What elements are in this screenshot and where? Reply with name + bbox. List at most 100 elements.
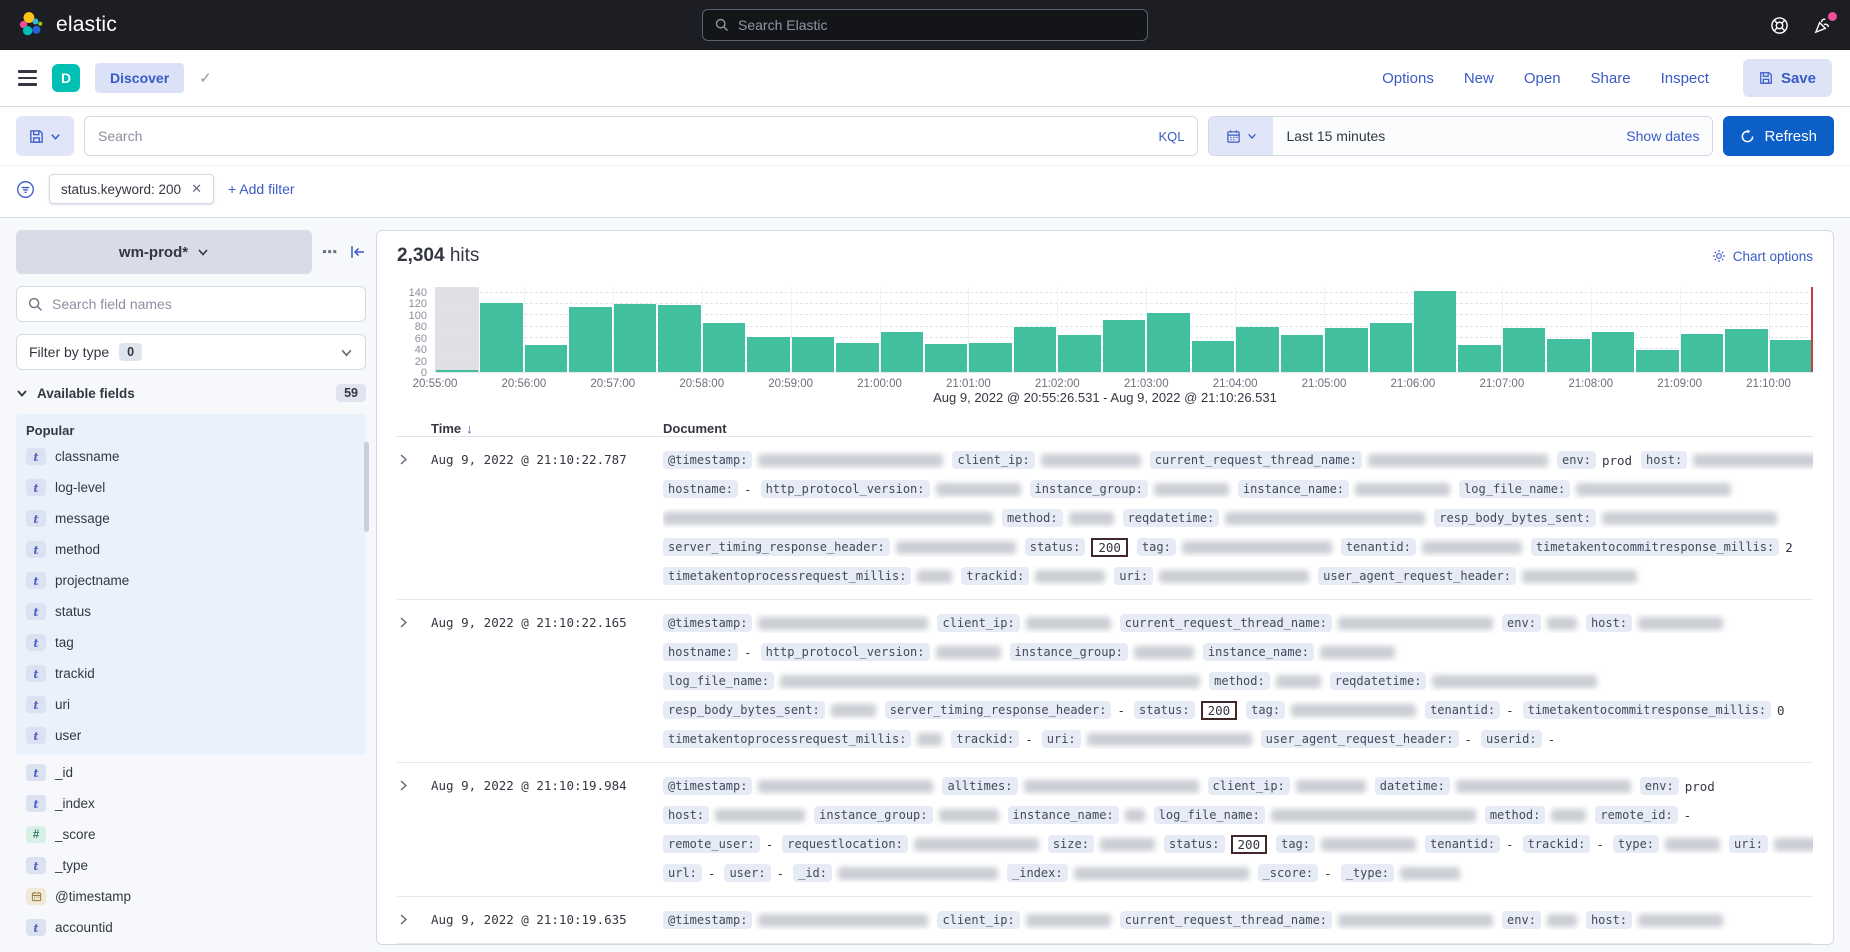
add-filter-link[interactable]: + Add filter xyxy=(228,181,295,197)
sort-desc-icon[interactable]: ↓ xyxy=(466,421,473,436)
redacted-value xyxy=(715,809,805,822)
field-item-user[interactable]: tuser xyxy=(26,720,356,751)
field-item-log-level[interactable]: tlog-level xyxy=(26,472,356,503)
histogram-bar[interactable] xyxy=(792,337,834,372)
saved-query-menu-button[interactable] xyxy=(16,116,74,156)
doc-value: prod xyxy=(1602,453,1632,468)
histogram-bar[interactable] xyxy=(1547,339,1589,372)
histogram-bar[interactable] xyxy=(703,323,745,372)
histogram-bar[interactable] xyxy=(1281,335,1323,372)
help-icon[interactable] xyxy=(1770,16,1789,35)
histogram-bar[interactable] xyxy=(747,337,789,372)
expand-row-button[interactable] xyxy=(397,776,431,892)
histogram-bar[interactable] xyxy=(881,332,923,372)
kql-search-input[interactable]: Search KQL xyxy=(84,116,1198,156)
field-item-message[interactable]: tmessage xyxy=(26,503,356,534)
space-avatar[interactable]: D xyxy=(52,64,80,92)
histogram-bar[interactable] xyxy=(1681,334,1723,372)
field-item-_score[interactable]: #_score xyxy=(26,819,356,850)
histogram-chart[interactable]: 020406080100120140 xyxy=(397,287,1813,373)
histogram-bar[interactable] xyxy=(1725,329,1767,372)
histogram-bar[interactable] xyxy=(1325,328,1367,372)
breadcrumb[interactable]: Discover xyxy=(95,63,184,93)
menu-options[interactable]: Options xyxy=(1382,70,1434,87)
histogram-bar[interactable] xyxy=(1103,320,1145,372)
time-range-caption: Aug 9, 2022 @ 20:55:26.531 - Aug 9, 2022… xyxy=(397,390,1813,405)
field-name: status xyxy=(55,604,91,619)
date-quick-menu-button[interactable] xyxy=(1209,117,1273,155)
histogram-bar[interactable] xyxy=(525,345,567,372)
available-fields-toggle[interactable]: Available fields 59 xyxy=(16,384,366,402)
show-dates-link[interactable]: Show dates xyxy=(1626,128,1699,144)
bars-container xyxy=(435,287,1813,372)
field-item-classname[interactable]: tclassname xyxy=(26,441,356,472)
menu-new[interactable]: New xyxy=(1464,70,1494,87)
histogram-bar[interactable] xyxy=(836,343,878,372)
histogram-bar[interactable] xyxy=(1636,350,1678,372)
histogram-bar[interactable] xyxy=(1236,327,1278,372)
histogram-bar[interactable] xyxy=(614,304,656,372)
field-item-status[interactable]: tstatus xyxy=(26,596,356,627)
expand-row-button[interactable] xyxy=(397,450,431,595)
field-item-uri[interactable]: turi xyxy=(26,689,356,720)
document-line: resp_body_bytes_sent:server_timing_respo… xyxy=(663,700,1813,720)
field-item-_type[interactable]: t_type xyxy=(26,850,356,881)
histogram-bar[interactable] xyxy=(969,343,1011,372)
save-button[interactable]: Save xyxy=(1743,59,1832,97)
sidebar-scrollbar[interactable] xyxy=(364,442,369,532)
histogram-bar[interactable] xyxy=(1147,313,1189,372)
field-actions-icon[interactable] xyxy=(323,246,338,258)
field-item-_id[interactable]: t_id xyxy=(26,757,356,788)
index-pattern-selector[interactable]: wm-prod* xyxy=(16,230,312,274)
field-item-@timestamp[interactable]: @timestamp xyxy=(26,881,356,912)
histogram-bar[interactable] xyxy=(1503,328,1545,372)
histogram-bar[interactable] xyxy=(1770,340,1812,372)
field-item-_index[interactable]: t_index xyxy=(26,788,356,819)
newsfeed-icon[interactable] xyxy=(1813,16,1832,35)
histogram-bar[interactable] xyxy=(1592,332,1634,372)
time-range-display[interactable]: Last 15 minutes Show dates xyxy=(1273,117,1712,155)
chart-plot[interactable] xyxy=(435,287,1813,373)
histogram-bar[interactable] xyxy=(1192,341,1234,372)
refresh-button[interactable]: Refresh xyxy=(1723,116,1834,156)
field-search-input[interactable]: Search field names xyxy=(16,286,366,322)
field-item-method[interactable]: tmethod xyxy=(26,534,356,565)
field-value-pair: instance_group: xyxy=(814,806,998,824)
histogram-bar[interactable] xyxy=(569,307,611,372)
field-value-pair: user:- xyxy=(724,864,784,882)
field-item-accountid[interactable]: taccountid xyxy=(26,912,356,943)
histogram-bar[interactable] xyxy=(1458,345,1500,372)
kql-toggle[interactable]: KQL xyxy=(1158,129,1184,144)
document-line: remote_user:-requestlocation:size:status… xyxy=(663,834,1813,854)
filter-pill-status-keyword[interactable]: status.keyword: 200 ✕ xyxy=(49,174,214,204)
menu-open[interactable]: Open xyxy=(1524,70,1561,87)
histogram-bar[interactable] xyxy=(480,303,522,372)
histogram-bar[interactable] xyxy=(1414,291,1456,372)
histogram-bar[interactable] xyxy=(925,344,967,372)
field-item-trackid[interactable]: ttrackid xyxy=(26,658,356,689)
field-item-tag[interactable]: ttag xyxy=(26,627,356,658)
global-search-input[interactable]: Search Elastic xyxy=(702,9,1148,41)
menu-icon[interactable] xyxy=(18,70,37,86)
remove-filter-icon[interactable]: ✕ xyxy=(191,181,202,197)
elastic-brand[interactable]: elastic xyxy=(18,11,117,39)
field-value-pair: instance_name: xyxy=(1203,643,1395,661)
collapse-sidebar-icon[interactable] xyxy=(350,245,366,259)
filter-by-type-dropdown[interactable]: Filter by type 0 xyxy=(16,334,366,370)
filter-menu-icon[interactable] xyxy=(16,180,35,199)
histogram-bar[interactable] xyxy=(1058,335,1100,372)
expand-row-button[interactable] xyxy=(397,613,431,758)
histogram-bar[interactable] xyxy=(658,305,700,372)
column-header-time[interactable]: Time↓ xyxy=(431,421,663,436)
redacted-value xyxy=(663,512,993,525)
expand-row-button[interactable] xyxy=(397,910,431,939)
histogram-bar[interactable] xyxy=(1370,323,1412,372)
menu-inspect[interactable]: Inspect xyxy=(1661,70,1709,87)
field-value-pair: remote_id:- xyxy=(1595,806,1691,824)
histogram-bar[interactable] xyxy=(1014,327,1056,372)
histogram-bar[interactable] xyxy=(436,370,478,372)
field-item-projectname[interactable]: tprojectname xyxy=(26,565,356,596)
chart-options-button[interactable]: Chart options xyxy=(1712,249,1813,264)
doc-value: 0 xyxy=(1777,703,1785,718)
menu-share[interactable]: Share xyxy=(1591,70,1631,87)
